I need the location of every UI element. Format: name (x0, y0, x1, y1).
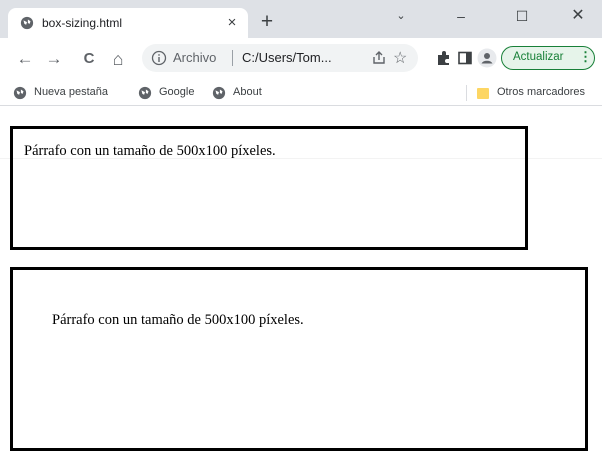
tab-close-icon[interactable]: × (222, 13, 242, 33)
bookmark-about[interactable]: About (212, 84, 272, 102)
bookmark-label: Google (159, 86, 195, 98)
bookmark-label: Nueva pestaña (34, 86, 108, 98)
address-bar[interactable]: Archivo C:/Users/Tom... ☆ (142, 44, 418, 72)
search-tabs-icon[interactable]: ⌄ (386, 4, 416, 28)
paragraph-text-2: Párrafo con un tamaño de 500x100 píxeles… (52, 312, 304, 328)
browser-toolbar: ← → C ⌂ Archivo C:/Users/Tom... ☆ Actual… (0, 38, 602, 80)
other-bookmarks-label: Otros marcadores (497, 86, 586, 98)
reload-icon[interactable]: C (79, 49, 99, 69)
paragraph-box-border-box: Párrafo con un tamaño de 500x100 píxeles… (10, 126, 528, 250)
home-icon[interactable]: ⌂ (108, 49, 128, 69)
back-arrow-icon[interactable]: ← (15, 49, 35, 69)
info-icon[interactable] (151, 50, 167, 66)
globe-icon (138, 86, 152, 100)
update-button[interactable]: Actualizar ⋮ (501, 46, 595, 70)
forward-arrow-icon[interactable]: → (44, 49, 64, 69)
tab-box-sizing[interactable]: box-sizing.html × (8, 8, 248, 38)
close-window-button[interactable]: ✕ (563, 4, 593, 28)
globe-icon (13, 86, 27, 100)
bookmark-label: About (233, 86, 262, 98)
bookmarks-bar: Nueva pestaña Google About Otros marcado… (0, 80, 602, 106)
menu-kebab-icon[interactable]: ⋮ (579, 49, 592, 65)
minimize-button[interactable]: – (446, 4, 476, 28)
folder-icon (477, 88, 489, 99)
url-text[interactable]: C:/Users/Tom... (242, 50, 332, 65)
bookmark-google[interactable]: Google (138, 84, 198, 102)
globe-icon (20, 16, 34, 30)
globe-icon (212, 86, 226, 100)
profile-avatar-icon[interactable] (477, 48, 497, 68)
share-icon[interactable] (370, 49, 388, 67)
maximize-button[interactable]: ☐ (507, 4, 537, 28)
extensions-puzzle-icon[interactable] (436, 50, 452, 66)
side-panel-icon[interactable] (457, 50, 473, 66)
file-scheme-chip: Archivo (173, 50, 217, 65)
page-viewport: Párrafo con un tamaño de 500x100 píxeles… (0, 106, 602, 471)
new-tab-button[interactable]: + (256, 11, 278, 34)
paragraph-box-content-box: Párrafo con un tamaño de 500x100 píxeles… (10, 267, 588, 451)
update-label: Actualizar (513, 51, 564, 63)
bookmark-nueva-pestana[interactable]: Nueva pestaña (13, 84, 123, 102)
paragraph-text-1: Párrafo con un tamaño de 500x100 píxeles… (24, 143, 276, 159)
bookmarks-divider (466, 85, 467, 101)
tab-strip: box-sizing.html × + ⌄ – ☐ ✕ (0, 0, 602, 38)
bookmark-star-icon[interactable]: ☆ (393, 48, 407, 68)
address-divider (232, 50, 233, 66)
other-bookmarks-folder[interactable]: Otros marcadores (477, 84, 595, 102)
tab-title: box-sizing.html (42, 16, 123, 30)
